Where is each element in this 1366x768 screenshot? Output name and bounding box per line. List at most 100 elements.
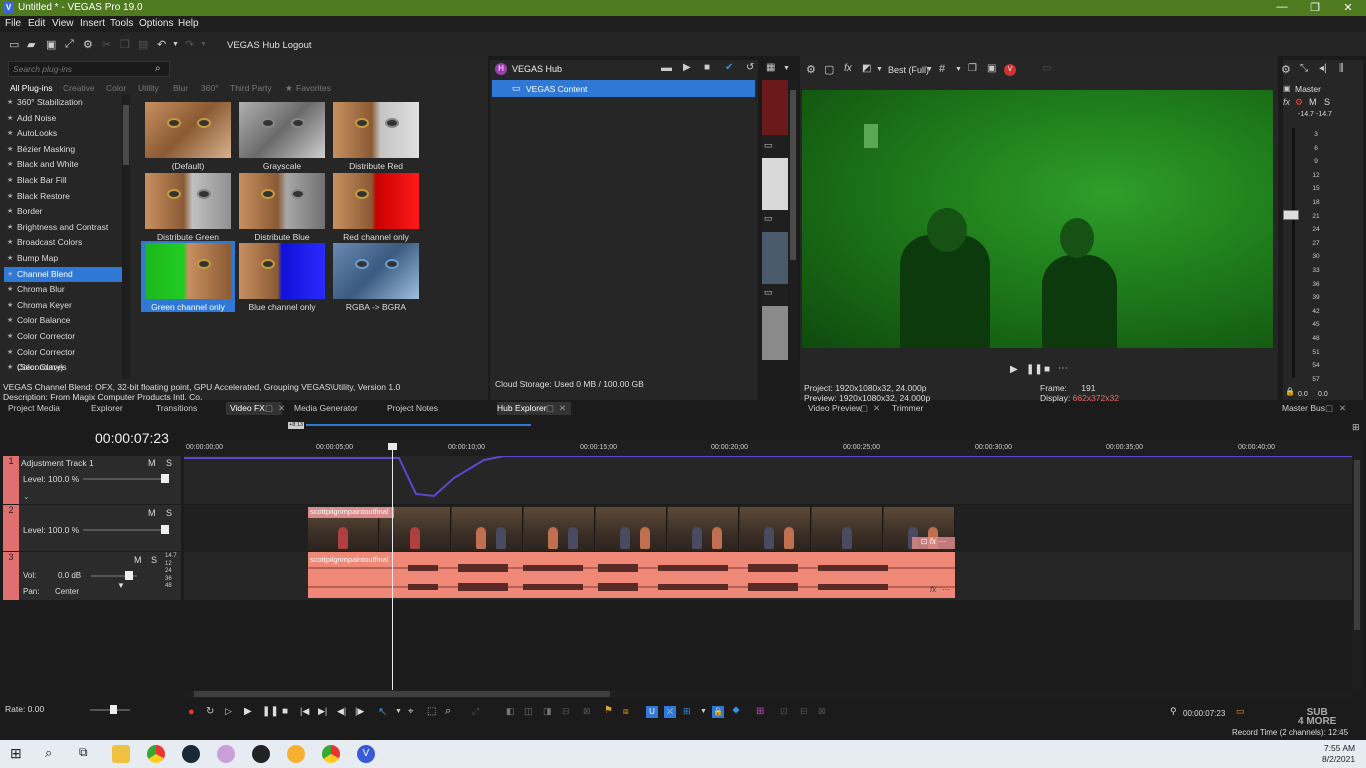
expand-chevron-icon[interactable]: ⌄	[23, 492, 30, 501]
properties-icon[interactable]: ⚙	[83, 38, 93, 51]
obs-icon[interactable]	[252, 745, 270, 763]
automation-icon[interactable]: ⚙	[1295, 97, 1303, 108]
undock-icon[interactable]: ▢	[1325, 403, 1333, 415]
list-item[interactable]: ★ Chroma Keyer	[4, 298, 122, 314]
timeline-horizontal-scrollbar[interactable]	[184, 690, 1352, 698]
folder-icon[interactable]: ▭	[764, 287, 773, 298]
chrome-icon[interactable]	[147, 745, 165, 763]
thumbnail[interactable]	[762, 158, 788, 210]
external-monitor-icon[interactable]: ▢	[824, 63, 834, 76]
track-header-2[interactable]: 2 M S Level: 100.0 %	[3, 505, 181, 551]
fx-icon[interactable]: fx	[930, 537, 936, 546]
thumbnail[interactable]	[762, 80, 788, 135]
hub-item-vegas-content[interactable]: ▭ VEGAS Content	[492, 80, 755, 97]
tab-blur[interactable]: Blur	[173, 83, 188, 93]
scrollbar-thumb[interactable]	[1354, 460, 1360, 630]
more-icon[interactable]: ⋯	[938, 537, 946, 546]
marker-icon[interactable]: ⚑	[604, 705, 613, 716]
mute-button[interactable]: M	[1309, 97, 1317, 107]
preset-green-channel-only[interactable]: Green channel only	[141, 241, 235, 312]
list-item[interactable]: ★ Broadcast Colors	[4, 235, 122, 251]
tab-explorer[interactable]: Explorer	[91, 403, 123, 415]
rate-slider-handle[interactable]	[110, 705, 117, 714]
tab-utility[interactable]: Utility	[138, 83, 159, 93]
mute-button[interactable]: M	[148, 508, 156, 518]
copy-icon[interactable]: ❐	[120, 38, 130, 51]
vol-slider-handle[interactable]	[125, 571, 133, 580]
snapping-icon[interactable]: U	[646, 706, 658, 718]
tab-master-bus[interactable]: Master Bus	[1282, 403, 1325, 415]
selection-tool-icon[interactable]: ⬚	[427, 706, 436, 717]
go-to-end-icon[interactable]: ▶|	[318, 706, 327, 717]
tab-all-plugins[interactable]: All Plug-ins	[10, 83, 53, 93]
solo-button[interactable]: S	[166, 458, 172, 468]
trim-end-icon[interactable]: ◨	[543, 706, 552, 717]
thumbnail[interactable]	[762, 232, 788, 284]
split-screen-icon[interactable]: ◩	[862, 63, 871, 74]
multicam-icon[interactable]: ⊞	[756, 706, 764, 717]
list-item[interactable]: ★ Color Corrector (Secondary)	[4, 345, 122, 372]
cursor-time[interactable]: 00:00:07:23	[1183, 709, 1225, 718]
trim-start-icon[interactable]: ◧	[506, 706, 515, 717]
plugin-search-input[interactable]	[13, 63, 143, 75]
menu-tools[interactable]: Tools	[110, 18, 133, 29]
chrome-icon[interactable]	[322, 745, 340, 763]
windows-start-icon[interactable]: ⊞	[10, 745, 22, 762]
playhead[interactable]	[392, 444, 393, 690]
list-item-selected[interactable]: ★ Channel Blend	[4, 266, 122, 283]
undo-dropdown-icon[interactable]: ▼	[172, 41, 179, 48]
menu-insert[interactable]: Insert	[80, 18, 105, 29]
close-button[interactable]: ✕	[1338, 1, 1358, 14]
preview-quality-select[interactable]: Best (Full)	[888, 65, 929, 75]
tab-project-notes[interactable]: Project Notes	[387, 403, 438, 415]
list-item[interactable]: ★ Black Bar Fill	[4, 173, 122, 189]
more-icon[interactable]: ⋯	[942, 585, 950, 594]
auto-preview-icon[interactable]: ✔	[725, 62, 733, 73]
close-tab-icon[interactable]: ✕	[873, 403, 880, 415]
play-from-start-icon[interactable]: ▷	[225, 706, 232, 717]
close-tab-icon[interactable]: ✕	[559, 403, 566, 415]
copy-snapshot-icon[interactable]: ❐	[968, 63, 977, 74]
ripple-edit-icon[interactable]: ⊞	[683, 706, 691, 717]
app-icon[interactable]	[217, 745, 235, 763]
scrollbar-thumb[interactable]	[194, 691, 610, 697]
preview-play-icon[interactable]: ▶	[1010, 364, 1018, 375]
blender-icon[interactable]	[287, 745, 305, 763]
preset-rgba-bgra[interactable]: RGBA -> BGRA	[333, 243, 419, 313]
list-item[interactable]: ★ AutoLooks	[4, 126, 122, 142]
expand-icon[interactable]: ⤢	[65, 38, 74, 51]
preset-distribute-blue[interactable]: Distribute Blue	[239, 173, 325, 243]
lock-icon[interactable]: 🔒	[1285, 387, 1295, 396]
plugin-list-scrollbar[interactable]	[122, 95, 130, 379]
list-item[interactable]: ★ Add Noise	[4, 111, 122, 127]
list-item[interactable]: ★ 360° Stabilization	[4, 95, 122, 111]
next-frame-icon[interactable]: |▶	[355, 706, 364, 717]
video-clip[interactable]: scottpilgrimpaintoutfinal ⊡ fx ⋯	[308, 507, 955, 551]
level-slider[interactable]	[83, 478, 169, 480]
list-item[interactable]: ★ Border	[4, 204, 122, 220]
paste-icon[interactable]: ▤	[138, 38, 148, 51]
menu-edit[interactable]: Edit	[28, 18, 45, 29]
loop-icon[interactable]: ↻	[206, 706, 214, 717]
list-item[interactable]: ★ Color Balance	[4, 313, 122, 329]
tab-transitions[interactable]: Transitions	[156, 403, 197, 415]
mute-button[interactable]: M	[134, 555, 142, 565]
track-name[interactable]: Adjustment Track 1	[21, 458, 94, 468]
master-fader-handle[interactable]	[1283, 210, 1299, 220]
tab-creative[interactable]: Creative	[63, 83, 95, 93]
list-item[interactable]: ★ Chroma Blur	[4, 282, 122, 298]
stop-icon[interactable]: ■	[282, 706, 288, 717]
timeline-menu-icon[interactable]: ⊞	[1352, 422, 1360, 433]
hub-scrollbar[interactable]	[789, 80, 797, 360]
audio-clip[interactable]: scottpilgrimpaintoutfinal fx ⋯	[308, 552, 955, 598]
list-item[interactable]: ★ Color Corrector	[4, 329, 122, 345]
auto-crossfade-icon[interactable]: ⤫	[664, 706, 676, 718]
list-item[interactable]: ★ Brightness and Contrast	[4, 220, 122, 236]
vegas-taskbar-icon[interactable]: V	[357, 745, 375, 763]
stop-icon[interactable]: ■	[704, 62, 710, 73]
crop-icon[interactable]: ⊡	[921, 537, 928, 546]
new-icon[interactable]: ▭	[9, 38, 19, 51]
overlays-dropdown-icon[interactable]: ▼	[955, 66, 962, 73]
save-icon[interactable]: ▣	[46, 38, 56, 51]
loop-region-marker[interactable]: +8:13	[288, 422, 304, 429]
